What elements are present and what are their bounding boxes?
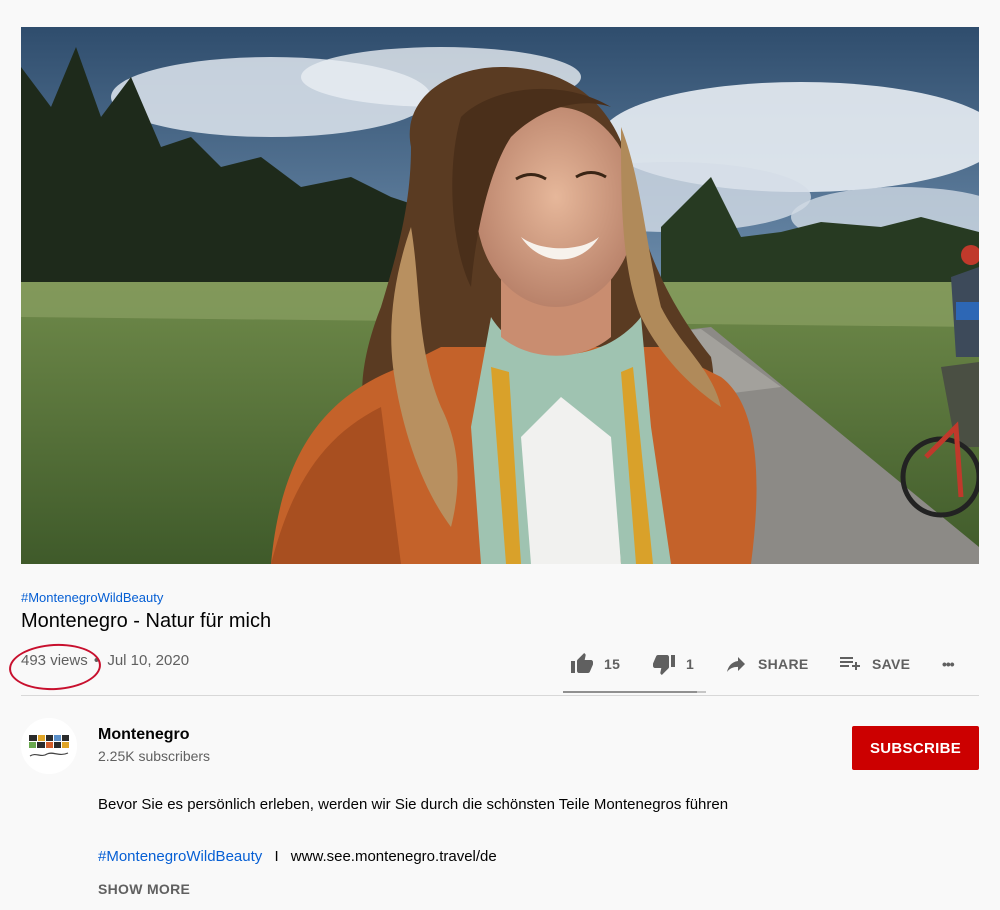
description-links: #MontenegroWildBeauty I www.see.monteneg…	[98, 848, 497, 865]
annotation-circle	[7, 641, 103, 693]
more-horizontal-icon: •••	[942, 656, 955, 672]
like-count: 15	[604, 656, 621, 672]
save-button[interactable]: SAVE	[838, 650, 910, 678]
section-divider	[21, 695, 979, 696]
show-more-button[interactable]: SHOW MORE	[98, 881, 190, 897]
upload-date: Jul 10, 2020	[107, 652, 190, 669]
description-url[interactable]: www.see.montenegro.travel/de	[291, 848, 497, 865]
subscribe-button[interactable]: SUBSCRIBE	[852, 726, 979, 770]
video-title: Montenegro - Natur für mich	[21, 610, 272, 632]
channel-avatar[interactable]	[21, 718, 77, 774]
playlist-add-icon	[840, 657, 860, 670]
sentiment-bar-fill	[563, 691, 698, 693]
description-separator: I	[274, 848, 279, 865]
channel-logo	[21, 718, 77, 774]
description-text: Bevor Sie es persönlich erleben, werden …	[98, 796, 729, 813]
sentiment-bar	[563, 691, 706, 693]
share-label: SHARE	[758, 656, 809, 672]
more-actions-button[interactable]: •••	[942, 650, 955, 678]
dislike-count: 1	[686, 656, 695, 672]
video-player[interactable]	[21, 27, 979, 564]
thumbs-down-icon	[653, 655, 675, 675]
description-hashtag-link[interactable]: #MontenegroWildBeauty	[98, 848, 262, 865]
dislike-button[interactable]: 1	[652, 650, 694, 678]
share-button[interactable]: SHARE	[724, 650, 809, 678]
channel-name[interactable]: Montenegro	[98, 726, 190, 744]
thumbs-up-icon	[571, 653, 593, 673]
like-button[interactable]: 15	[570, 650, 620, 678]
video-thumbnail	[21, 27, 979, 564]
video-hashtag-link[interactable]: #MontenegroWildBeauty	[21, 590, 163, 605]
share-arrow-icon	[727, 657, 745, 672]
subscriber-count: 2.25K subscribers	[98, 748, 211, 764]
save-label: SAVE	[872, 656, 911, 672]
